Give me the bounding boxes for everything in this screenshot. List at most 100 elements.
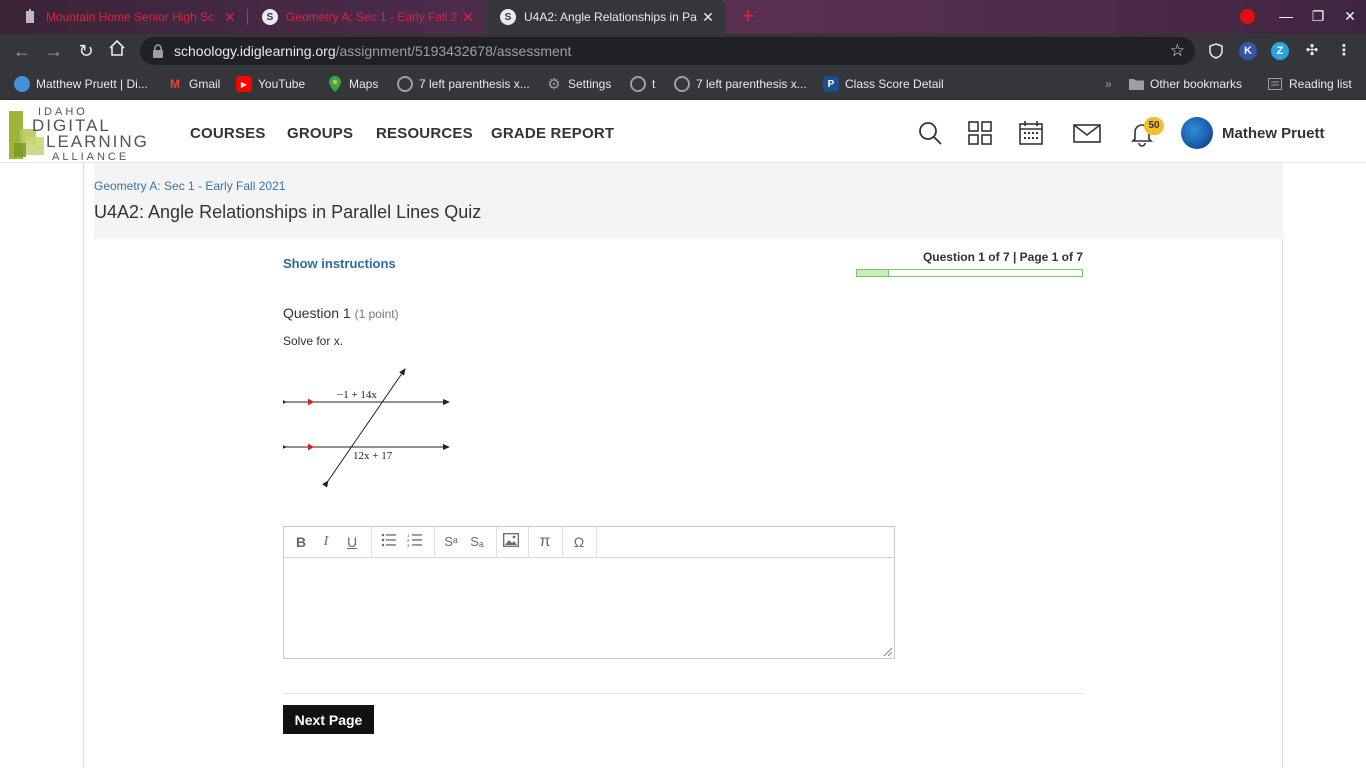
- italic-button[interactable]: I: [315, 532, 337, 552]
- bookmark-item[interactable]: 7 left parenthesis x...: [397, 75, 530, 93]
- maps-icon: [327, 76, 343, 92]
- globe-icon: [397, 76, 413, 92]
- question-page-counter: Question 1 of 7 | Page 1 of 7: [922, 250, 1083, 264]
- section-divider: [283, 693, 1083, 694]
- recording-indicator-icon: [1240, 9, 1255, 24]
- parallel-lines-figure: −1 + 14x 12x + 17: [283, 368, 450, 487]
- bookmark-item[interactable]: ▶ YouTube: [236, 75, 305, 93]
- lock-icon: [153, 44, 163, 58]
- quiz-progress-bar: [856, 269, 1083, 277]
- folder-icon: [1128, 76, 1144, 92]
- logo-line-4: ALLIANCE: [52, 151, 129, 163]
- toolbar-separator: [434, 527, 435, 558]
- toolbar-separator: [562, 527, 563, 558]
- bullet-list-icon[interactable]: [378, 532, 400, 552]
- nav-groups[interactable]: GROUPS: [287, 125, 353, 142]
- numbered-list-icon[interactable]: 123: [404, 532, 426, 552]
- page-title: U4A2: Angle Relationships in Parallel Li…: [94, 202, 482, 222]
- bookmark-item[interactable]: 7 left parenthesis x...: [674, 75, 807, 93]
- subscript-button[interactable]: Sₐ: [466, 532, 488, 552]
- user-name[interactable]: Mathew Pruett: [1222, 125, 1325, 142]
- resize-handle-icon[interactable]: [882, 646, 892, 656]
- answer-text-area[interactable]: [284, 559, 894, 658]
- bookmark-label: Matthew Pruett | Di...: [36, 77, 148, 91]
- bookmark-item[interactable]: ⚙ Settings: [546, 75, 611, 93]
- svg-text:3: 3: [407, 543, 410, 547]
- insert-image-icon[interactable]: [500, 532, 522, 552]
- bookmark-item[interactable]: Maps: [327, 75, 378, 93]
- gear-icon: ⚙: [547, 76, 561, 93]
- url-host: schoology.idiglearning.org: [174, 43, 336, 59]
- back-arrow-icon[interactable]: ←: [10, 39, 34, 63]
- parallel-mark-icon: [308, 443, 314, 451]
- page-title-band: [94, 163, 1283, 239]
- bookmark-item[interactable]: Matthew Pruett | Di...: [14, 75, 148, 93]
- nav-courses[interactable]: COURSES: [190, 125, 266, 142]
- editor-toolbar: B I U 123 Sᵃ Sₐ π Ω: [284, 527, 894, 558]
- toolbar-separator: [528, 527, 529, 558]
- idaho-digital-learning-logo[interactable]: IDAHO DIGITAL LEARNING ALLIANCE: [6, 103, 171, 163]
- question-heading: Question 1 (1 point): [283, 305, 399, 321]
- bookmark-item[interactable]: t: [630, 75, 655, 93]
- figure-top-angle-label: −1 + 14x: [337, 389, 377, 401]
- breadcrumb-course-link[interactable]: Geometry A: Sec 1 - Early Fall 2021: [94, 179, 285, 193]
- tab-title: Mountain Home Senior High Sc: [46, 10, 215, 24]
- bookmark-label: Maps: [349, 77, 379, 91]
- bookmark-star-icon[interactable]: ☆: [1170, 41, 1185, 61]
- underline-button[interactable]: U: [341, 532, 363, 552]
- search-icon[interactable]: [916, 119, 944, 147]
- new-tab-button[interactable]: +: [738, 4, 758, 28]
- question-label: Question 1: [283, 305, 351, 321]
- insert-math-button[interactable]: π: [534, 532, 556, 552]
- bookmark-label: YouTube: [258, 77, 306, 91]
- user-avatar[interactable]: [1181, 117, 1213, 149]
- shield-extension-icon[interactable]: [1207, 42, 1225, 60]
- nav-grade-report[interactable]: GRADE REPORT: [491, 125, 614, 142]
- chrome-menu-icon[interactable]: ⋮: [1335, 42, 1353, 60]
- bookmarks-overflow-icon[interactable]: »: [1105, 75, 1112, 93]
- bookmarks-bar: Matthew Pruett | Di... M Gmail ▶ YouTube M…: [0, 68, 1366, 100]
- z-extension-icon[interactable]: Z: [1271, 42, 1289, 60]
- question-points: (1 point): [354, 307, 399, 321]
- url-path: /assignment/5193432678/assessment: [335, 43, 572, 59]
- notification-count-badge: 50: [1144, 117, 1164, 135]
- show-instructions-link[interactable]: Show instructions: [283, 256, 396, 271]
- parallel-mark-icon: [308, 398, 314, 406]
- puzzle-extensions-icon[interactable]: ✣: [1303, 42, 1321, 60]
- close-window-icon[interactable]: ✕: [1340, 6, 1360, 26]
- close-tab-icon[interactable]: ✕: [700, 9, 716, 26]
- other-bookmarks-folder[interactable]: Other bookmarks: [1128, 75, 1242, 93]
- reading-list-button[interactable]: Reading list: [1267, 75, 1352, 93]
- minimize-window-icon[interactable]: —: [1276, 6, 1296, 26]
- bookmark-label: Gmail: [189, 77, 221, 91]
- logo-line-3: LEARNING: [46, 132, 149, 151]
- bookmark-item[interactable]: M Gmail: [167, 75, 220, 93]
- answer-editor: B I U 123 Sᵃ Sₐ π Ω: [283, 526, 895, 659]
- special-character-button[interactable]: Ω: [568, 532, 590, 552]
- forward-arrow-icon[interactable]: →: [42, 39, 66, 63]
- mail-icon[interactable]: [1072, 119, 1102, 147]
- restore-window-icon[interactable]: ❐: [1308, 6, 1328, 26]
- calendar-icon[interactable]: [1017, 119, 1045, 147]
- nav-resources[interactable]: RESOURCES: [376, 125, 473, 142]
- address-bar[interactable]: schoology.idiglearning.org/assignment/51…: [140, 37, 1195, 65]
- close-tab-icon[interactable]: ✕: [222, 9, 238, 26]
- browser-tab-strip: Mountain Home Senior High Sc ✕ S Geometr…: [0, 0, 1366, 34]
- tab-title: Geometry A: Sec 1 - Early Fall 2: [286, 10, 458, 24]
- superscript-button[interactable]: Sᵃ: [440, 532, 462, 552]
- close-tab-icon[interactable]: ✕: [460, 9, 476, 26]
- next-page-button[interactable]: Next Page: [283, 705, 374, 734]
- assessment-content: Geometry A: Sec 1 - Early Fall 2021 U4A2…: [83, 163, 1283, 768]
- bookmark-item[interactable]: P Class Score Detail: [823, 75, 944, 93]
- quiz-progress-fill: [857, 270, 889, 276]
- browser-tab[interactable]: S Geometry A: Sec 1 - Early Fall 2 ✕: [248, 0, 486, 34]
- reload-icon[interactable]: ↻: [74, 39, 98, 63]
- bold-button[interactable]: B: [290, 532, 312, 552]
- browser-tab[interactable]: Mountain Home Senior High Sc ✕: [8, 0, 248, 34]
- browser-tab-active[interactable]: S U4A2: Angle Relationships in Pa ✕: [486, 0, 726, 34]
- tab-title: U4A2: Angle Relationships in Pa: [524, 10, 697, 24]
- schoology-favicon-icon: S: [500, 9, 516, 25]
- home-icon[interactable]: [105, 39, 129, 63]
- apps-grid-icon[interactable]: [966, 119, 994, 147]
- k-extension-icon[interactable]: K: [1239, 42, 1257, 60]
